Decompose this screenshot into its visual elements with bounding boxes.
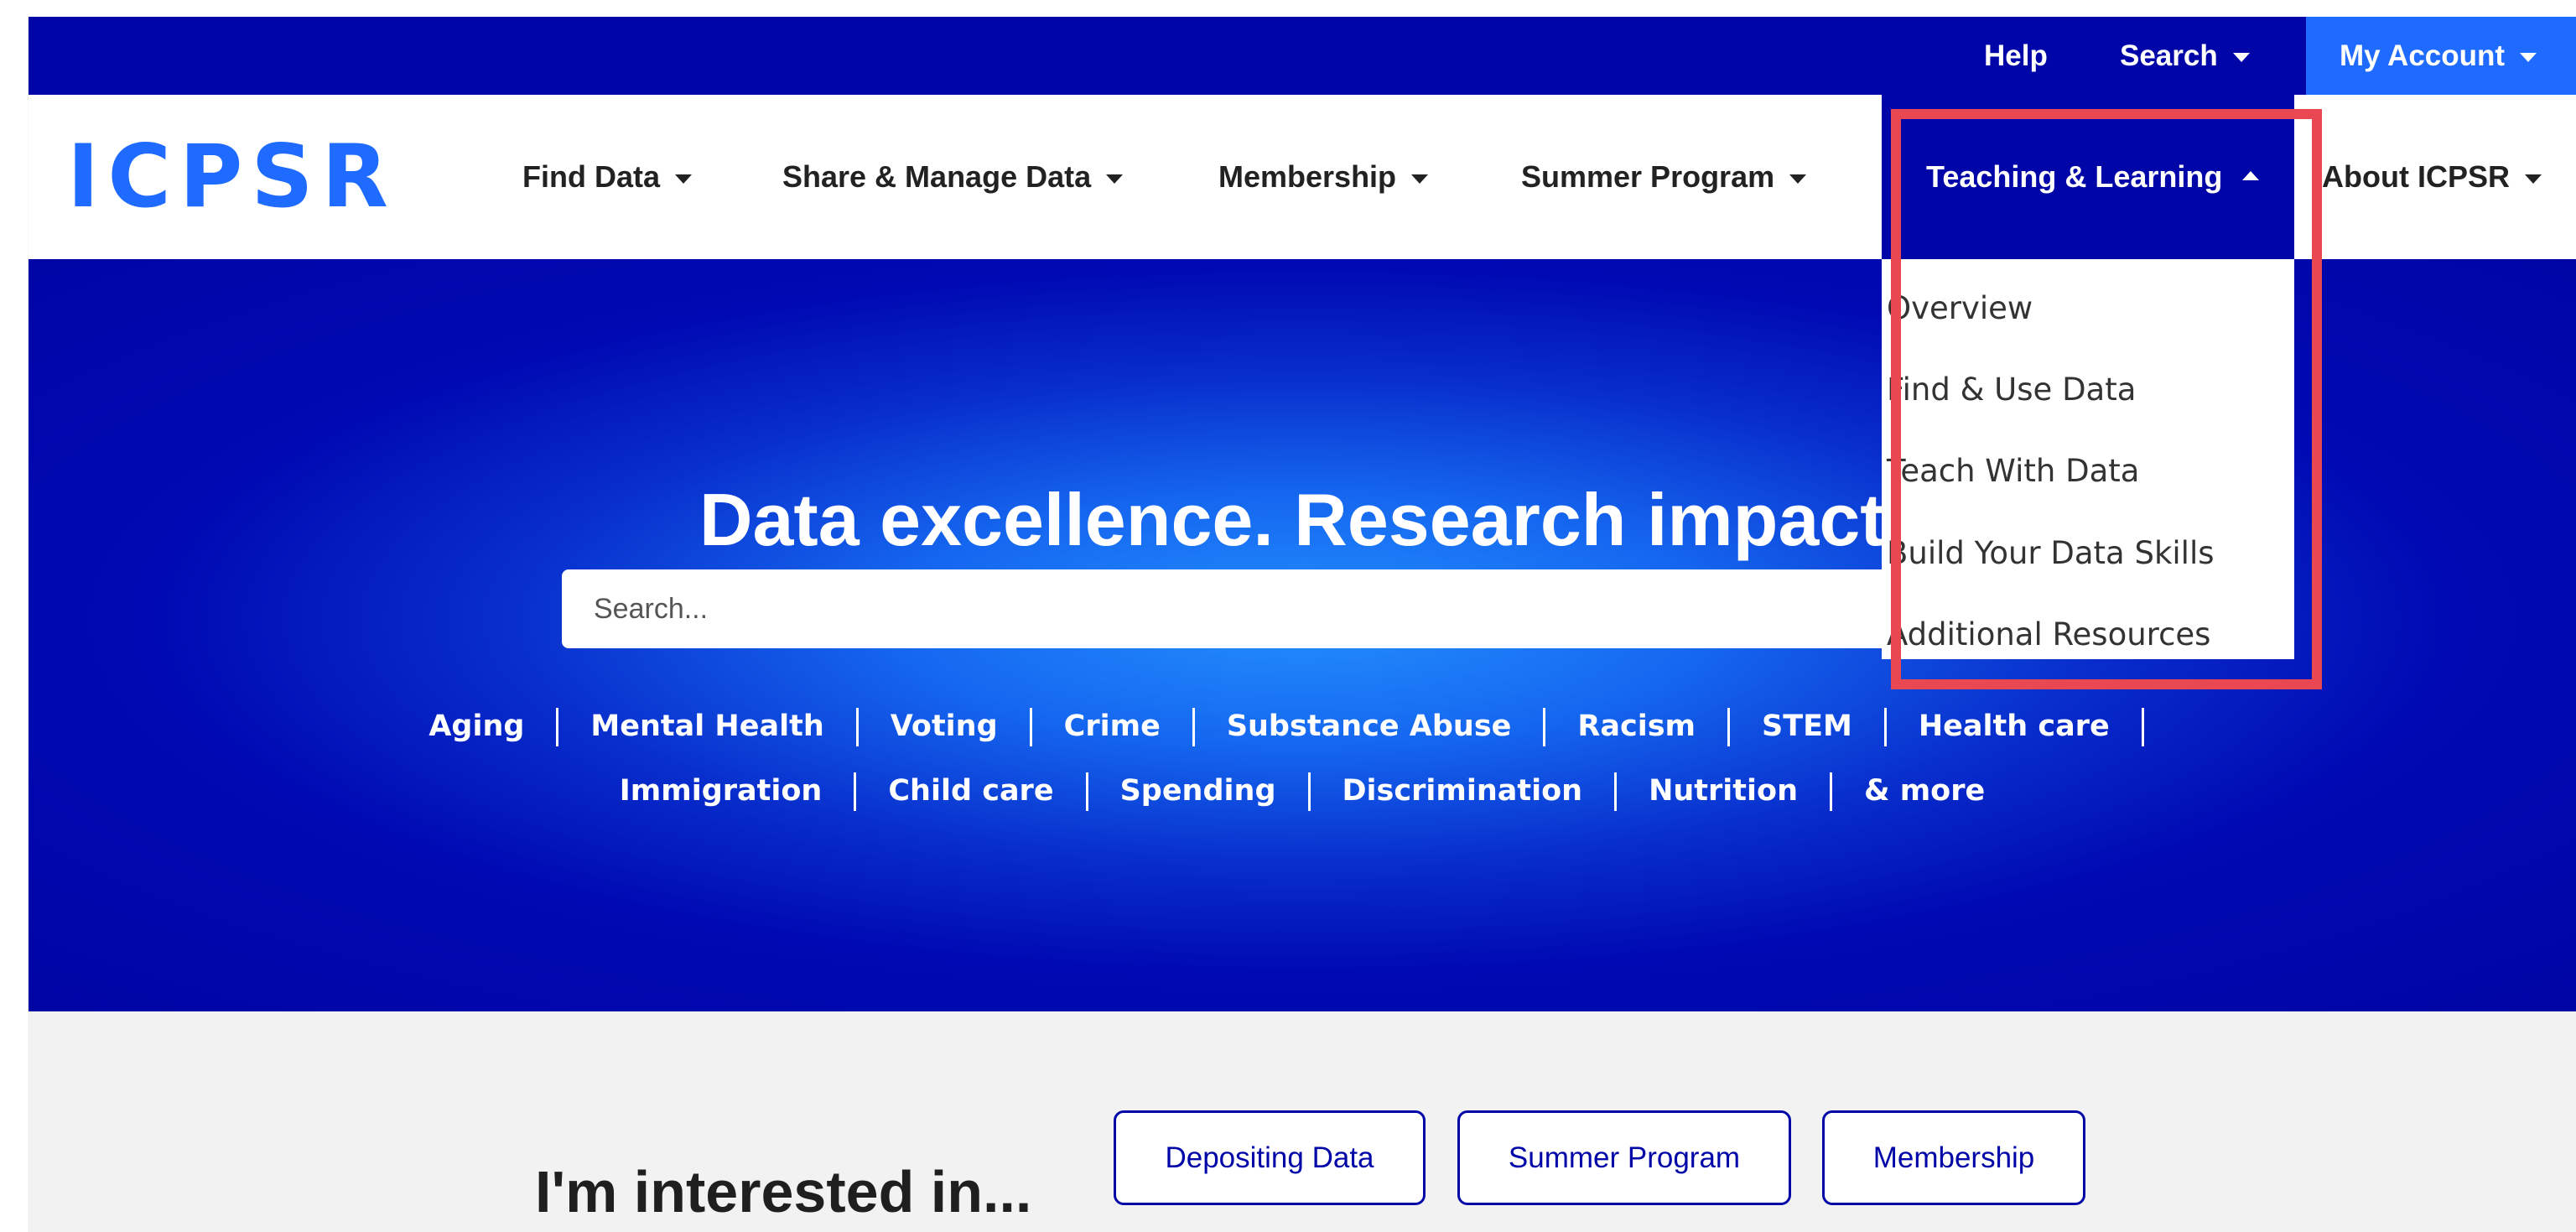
chevron-down-icon — [2232, 53, 2250, 62]
topic-link-spending[interactable]: Spending — [1120, 774, 1276, 808]
topic-separator — [1727, 708, 1731, 746]
nav-summer-program-label: Summer Program — [1521, 159, 1775, 194]
topic-link-substance-abuse[interactable]: Substance Abuse — [1227, 710, 1512, 743]
topic-links-row-1: Aging Mental Health Voting Crime Substance A… — [29, 708, 2576, 746]
topic-link-immigration[interactable]: Immigration — [620, 774, 823, 808]
help-link[interactable]: Help — [1984, 17, 2048, 95]
page: Help Search My Account ICPSR Find Data S… — [0, 0, 2576, 1232]
chevron-down-icon — [1789, 174, 1807, 184]
topic-separator — [855, 708, 859, 746]
nav-find-data[interactable]: Find Data — [522, 95, 693, 259]
topic-link-stem[interactable]: STEM — [1762, 710, 1852, 743]
topic-link-aging[interactable]: Aging — [428, 710, 524, 743]
nav-teaching-learning[interactable]: Teaching & Learning — [1882, 95, 2294, 259]
chevron-down-icon — [2520, 53, 2537, 62]
topic-separator — [1192, 708, 1195, 746]
summer-program-button[interactable]: Summer Program — [1457, 1110, 1791, 1205]
nav-membership[interactable]: Membership — [1218, 95, 1429, 259]
topic-link-voting[interactable]: Voting — [891, 710, 998, 743]
dropdown-item-build-data-skills[interactable]: Build Your Data Skills — [1887, 522, 2215, 583]
topic-separator — [1614, 772, 1618, 811]
topic-link-crime[interactable]: Crime — [1064, 710, 1161, 743]
nav-share-manage-data[interactable]: Share & Manage Data — [782, 95, 1124, 259]
nav-membership-label: Membership — [1218, 159, 1397, 194]
my-account-button[interactable]: My Account — [2306, 17, 2576, 95]
topic-link-more[interactable]: & more — [1864, 774, 1985, 808]
nav-summer-program[interactable]: Summer Program — [1521, 95, 1807, 259]
topic-link-child-care[interactable]: Child care — [888, 774, 1053, 808]
nav-teaching-learning-label: Teaching & Learning — [1926, 159, 2223, 194]
search-menu-label: Search — [2120, 39, 2218, 72]
dropdown-item-additional-resources[interactable]: Additional Resources — [1887, 604, 2210, 664]
chevron-down-icon — [2524, 174, 2542, 184]
nav-find-data-label: Find Data — [522, 159, 661, 194]
chevron-down-icon — [1106, 174, 1124, 184]
depositing-data-button[interactable]: Depositing Data — [1114, 1110, 1426, 1205]
dropdown-item-teach-with-data[interactable]: Teach With Data — [1887, 440, 2139, 501]
topic-link-discrimination[interactable]: Discrimination — [1343, 774, 1583, 808]
topic-link-mental-health[interactable]: Mental Health — [590, 710, 823, 743]
nav-about-icpsr[interactable]: About ICPSR — [2322, 95, 2542, 259]
membership-button[interactable]: Membership — [1822, 1110, 2085, 1205]
teaching-learning-dropdown: Overview Find & Use Data Teach With Data… — [1882, 259, 2294, 659]
nav-share-manage-data-label: Share & Manage Data — [782, 159, 1092, 194]
interested-section: I'm interested in... Depositing Data Sum… — [29, 1011, 2576, 1232]
dropdown-item-overview[interactable]: Overview — [1887, 278, 2033, 338]
topic-link-racism[interactable]: Racism — [1577, 710, 1696, 743]
dropdown-item-find-use-data[interactable]: Find & Use Data — [1887, 359, 2136, 419]
chevron-up-icon — [2242, 170, 2260, 180]
search-input[interactable] — [562, 569, 1916, 648]
topic-separator — [2141, 708, 2144, 746]
topic-separator — [1307, 772, 1311, 811]
chevron-down-icon — [675, 174, 693, 184]
topic-separator — [556, 708, 559, 746]
interested-title: I'm interested in... — [535, 1159, 1032, 1225]
my-account-label: My Account — [2340, 39, 2506, 72]
help-label: Help — [1984, 39, 2048, 72]
nav-about-icpsr-label: About ICPSR — [2322, 159, 2510, 194]
website-canvas: Help Search My Account ICPSR Find Data S… — [29, 17, 2576, 1232]
main-navigation: ICPSR Find Data Share & Manage Data Memb… — [29, 95, 2576, 259]
topic-separator — [1543, 708, 1546, 746]
topic-separator — [1029, 708, 1032, 746]
chevron-down-icon — [1411, 174, 1429, 184]
icpsr-logo[interactable]: ICPSR — [67, 134, 436, 221]
topic-separator — [1883, 708, 1887, 746]
topic-link-nutrition[interactable]: Nutrition — [1649, 774, 1798, 808]
topic-separator — [1085, 772, 1088, 811]
topic-separator — [854, 772, 857, 811]
topic-separator — [1829, 772, 1832, 811]
topic-links-row-2: Immigration Child care Spending Discriminat… — [29, 772, 2576, 811]
search-menu-button[interactable]: Search — [2120, 17, 2250, 95]
utility-bar: Help Search My Account — [29, 17, 2576, 95]
topic-link-health-care[interactable]: Health care — [1919, 710, 2110, 743]
